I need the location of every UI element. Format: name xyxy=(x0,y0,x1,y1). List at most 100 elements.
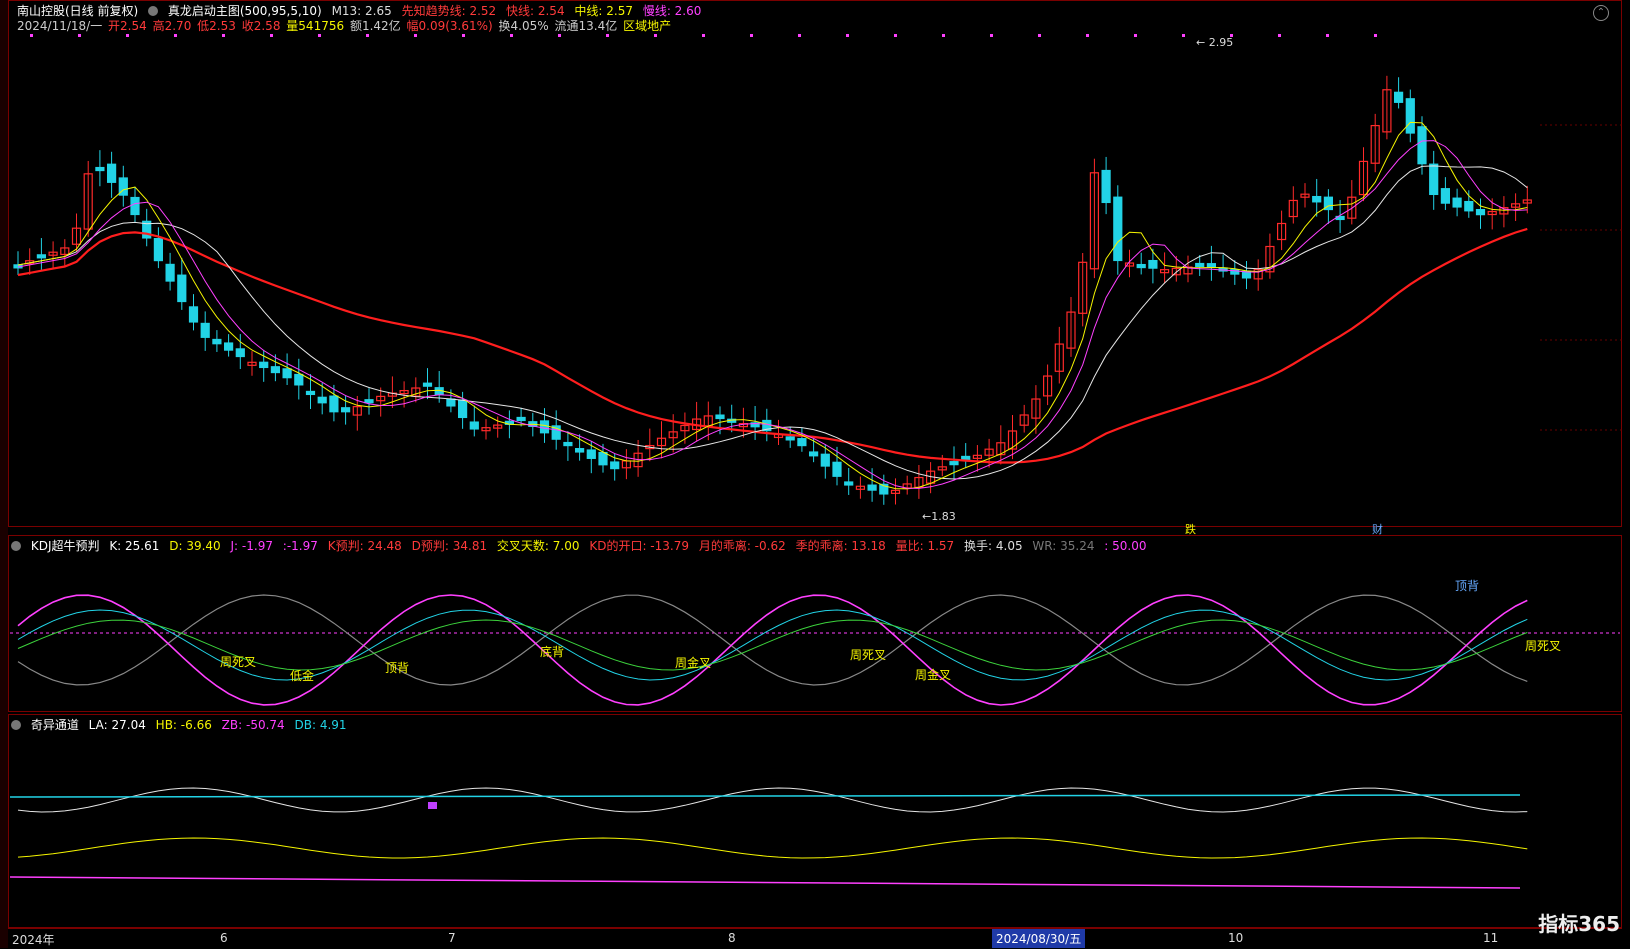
candle-body xyxy=(177,274,187,303)
candle-body xyxy=(598,451,608,466)
candle-body xyxy=(844,481,854,486)
axis-cursor-date: 2024/08/30/五 xyxy=(992,929,1086,948)
axis-tick-oct: 10 xyxy=(1228,931,1244,945)
candle-body xyxy=(422,382,433,387)
candle-body xyxy=(36,254,47,259)
candle-body xyxy=(867,484,877,491)
candle-body xyxy=(832,461,842,477)
candle-body xyxy=(1475,208,1486,216)
candle-body xyxy=(341,407,351,413)
candle-body xyxy=(1148,259,1158,269)
candle-body xyxy=(1429,163,1439,196)
candle-body xyxy=(270,366,280,374)
candle-body xyxy=(200,322,210,338)
axis-tick-jun: 6 xyxy=(220,931,228,945)
candle-body xyxy=(235,348,245,358)
signal-marker xyxy=(798,34,801,37)
signal-marker xyxy=(750,34,753,37)
candle-body xyxy=(1452,197,1462,208)
signal-marker xyxy=(1182,34,1185,37)
candle-body xyxy=(165,263,175,282)
signal-marker xyxy=(510,34,513,37)
kdj-signal-label: 顶背 xyxy=(385,661,409,675)
axis-tick-nov: 11 xyxy=(1483,931,1499,945)
candle-body xyxy=(1136,263,1146,269)
signal-marker xyxy=(366,34,369,37)
signal-marker xyxy=(462,34,465,37)
candle-body xyxy=(797,438,807,447)
candle-body xyxy=(1417,126,1427,165)
signal-marker xyxy=(126,34,129,37)
candle-body xyxy=(282,368,292,379)
kdj-j-line xyxy=(17,594,1528,706)
signal-marker xyxy=(606,34,609,37)
candle-body xyxy=(808,451,819,457)
candle-body xyxy=(294,373,304,386)
signal-marker xyxy=(942,34,945,37)
peak-price-label: ← 2.95 xyxy=(1196,36,1233,49)
event-label: 财 xyxy=(1372,522,1383,536)
candle-body xyxy=(1405,98,1415,134)
kdj-signal-label: 周死叉 xyxy=(1525,639,1561,653)
candle-body xyxy=(574,448,585,453)
signal-marker xyxy=(270,34,273,37)
candle-body xyxy=(317,396,327,404)
candle-body xyxy=(1195,262,1205,268)
signal-marker xyxy=(654,34,657,37)
candle-body xyxy=(458,399,468,419)
signal-marker xyxy=(894,34,897,37)
candle-body xyxy=(1101,169,1111,204)
event-label: 跌 xyxy=(1185,522,1196,536)
trough-price-label: ←1.83 xyxy=(922,510,956,523)
candle-body xyxy=(785,436,795,441)
candle-body xyxy=(446,398,456,407)
candle-body xyxy=(586,449,596,459)
candle-body xyxy=(1440,188,1451,204)
watermark-logo: 指标365 xyxy=(1538,912,1620,936)
candle-body xyxy=(329,395,339,413)
signal-marker xyxy=(1374,34,1377,37)
candle-body xyxy=(1206,263,1217,268)
channel-hb-line xyxy=(17,837,1528,859)
candle-body xyxy=(130,196,140,216)
kdj-signal-label: 顶背 xyxy=(1455,579,1479,593)
candle-body xyxy=(106,163,117,183)
channel-marker xyxy=(428,802,437,809)
candle-body xyxy=(539,420,550,434)
candle-body xyxy=(364,399,374,404)
channel-db-line xyxy=(9,794,1521,798)
candle-body xyxy=(715,414,725,420)
ma-slow-red xyxy=(17,227,1528,464)
signal-marker xyxy=(174,34,177,37)
ma-magenta xyxy=(17,140,1528,489)
candle-body xyxy=(224,342,234,351)
signal-marker xyxy=(846,34,849,37)
candle-body xyxy=(610,461,620,470)
kdj-signal-label: 周金叉 xyxy=(675,655,711,670)
candle-body xyxy=(469,421,479,430)
time-axis[interactable]: 2024年 6 7 8 2024/08/30/五 10 11 xyxy=(8,928,1622,949)
candle-body xyxy=(563,441,573,447)
axis-tick-year: 2024年 xyxy=(12,933,55,947)
candle-body xyxy=(516,416,526,422)
kdj-signal-label: 底背 xyxy=(540,644,564,659)
candle-body xyxy=(1113,196,1123,262)
chart-canvas[interactable]: ← 2.95←1.83跌 财周死叉低金顶背底背周金叉周死叉周金叉顶背周死叉 xyxy=(0,0,1630,948)
candle-body xyxy=(153,238,163,262)
axis-tick-aug: 8 xyxy=(728,931,736,945)
candle-body xyxy=(212,338,222,345)
kdj-signal-label: 周死叉 xyxy=(850,648,886,662)
signal-marker xyxy=(558,34,561,37)
signal-marker xyxy=(702,34,705,37)
signal-marker xyxy=(414,34,417,37)
signal-marker xyxy=(78,34,81,37)
candle-body xyxy=(820,453,830,467)
candle-body xyxy=(305,390,316,396)
kdj-signal-label: 周死叉 xyxy=(220,655,256,669)
ma-white xyxy=(17,165,1528,480)
signal-marker xyxy=(222,34,225,37)
candle-body xyxy=(1312,195,1322,203)
signal-marker xyxy=(30,34,33,37)
signal-marker xyxy=(990,34,993,37)
channel-zb-line xyxy=(9,876,1521,889)
